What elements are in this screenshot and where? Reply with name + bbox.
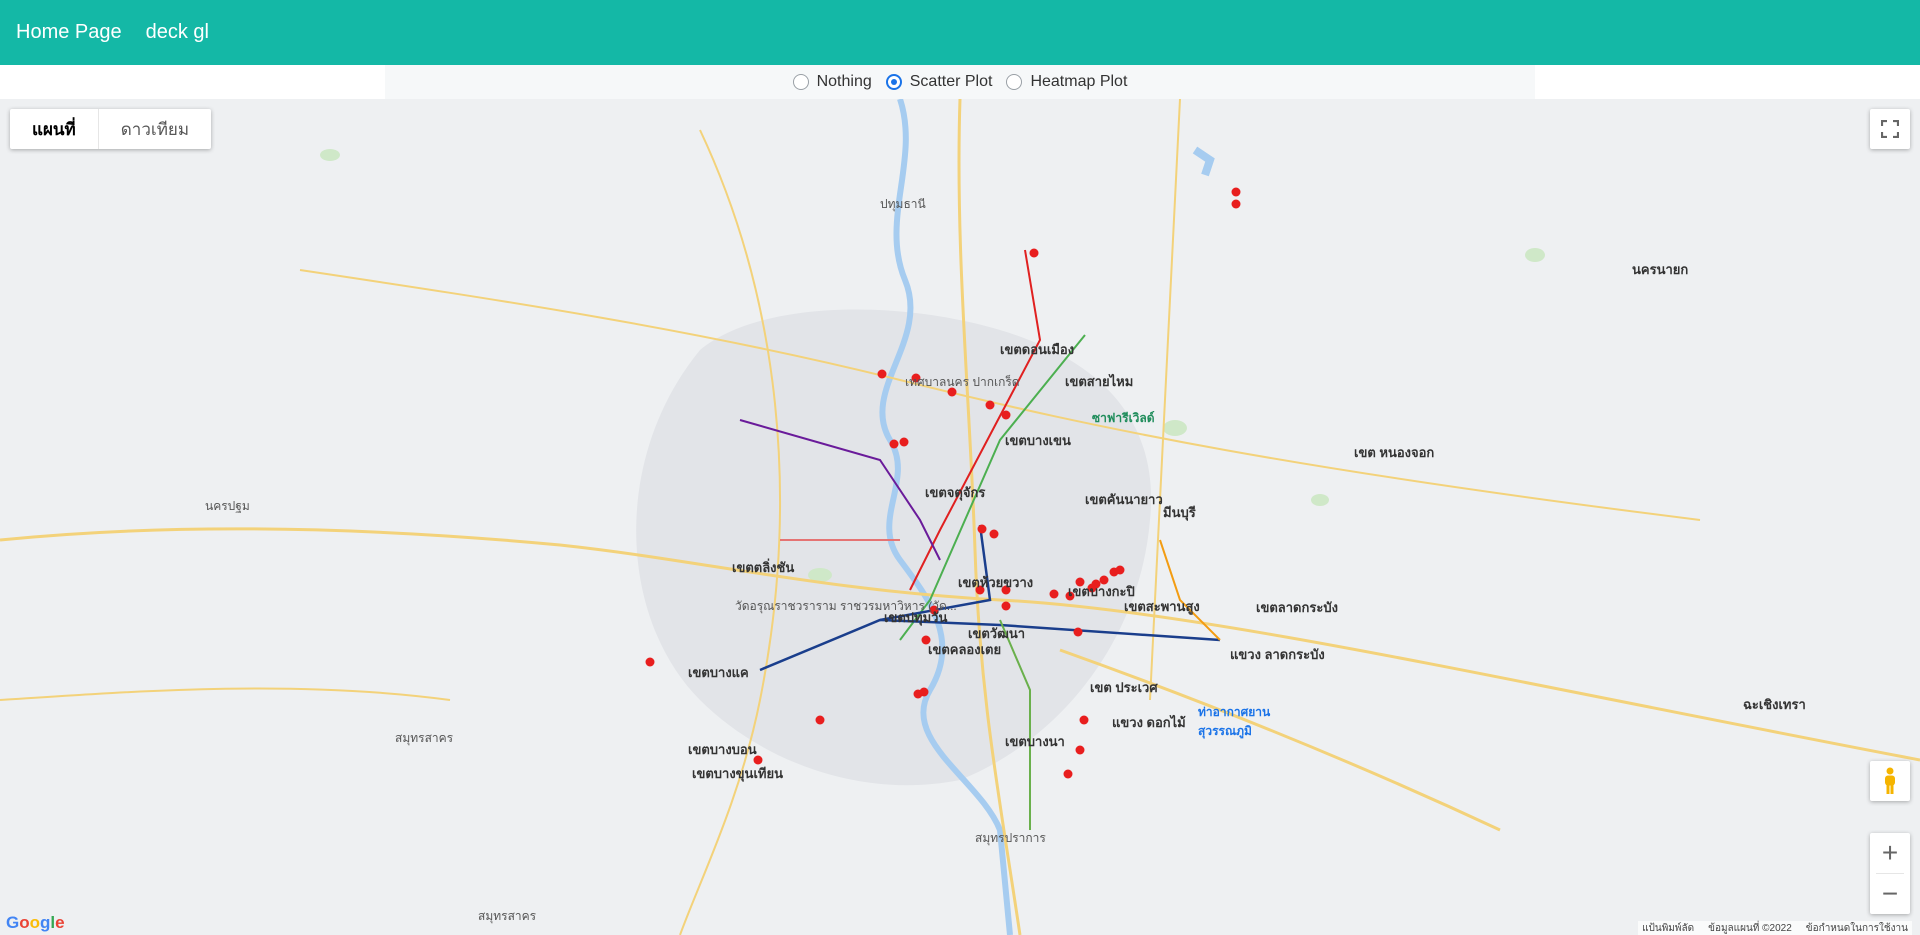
home-page-link[interactable]: Home Page bbox=[16, 21, 122, 44]
label-bangkhunthian: เขตบางขุนเทียน bbox=[692, 766, 783, 781]
scatter-point[interactable] bbox=[989, 529, 999, 539]
label-wat-arun[interactable]: วัดอรุณราชวราราม ราชวรมหาวิหาร (วัด... bbox=[735, 597, 957, 616]
scatter-point[interactable] bbox=[815, 715, 825, 725]
map-type-map-button[interactable]: แผนที่ bbox=[10, 109, 99, 149]
label-saphansung: เขตสะพานสูง bbox=[1124, 599, 1200, 614]
label-chachoengsao: ฉะเชิงเทรา bbox=[1743, 697, 1806, 712]
label-safari-world[interactable]: ซาฟารีเวิลด์ bbox=[1092, 409, 1155, 428]
label-samutprakan: สมุทรปราการ bbox=[975, 831, 1046, 845]
label-suvarnabhumi-airport[interactable]: ท่าอากาศยาน สุวรรณภูมิ bbox=[1198, 703, 1282, 741]
radio-nothing[interactable]: Nothing bbox=[792, 73, 872, 91]
map-canvas[interactable]: เขตดอนเมือง เขตสายไหม เขตบางเขน เขตจตุจั… bbox=[0, 99, 1920, 935]
plot-toolbar: Nothing Scatter Plot Heatmap Plot bbox=[0, 65, 1920, 99]
scatter-point[interactable] bbox=[1001, 601, 1011, 611]
scatter-point[interactable] bbox=[1063, 769, 1073, 779]
map-type-satellite-button[interactable]: ดาวเทียม bbox=[99, 109, 211, 149]
keyboard-shortcuts-link[interactable]: แป้นพิมพ์ลัด bbox=[1642, 921, 1694, 935]
label-pakkret: เทศบาลนคร ปากเกร็ด bbox=[905, 375, 1020, 389]
label-khannayao: เขตคันนายาว bbox=[1085, 492, 1163, 507]
scatter-point[interactable] bbox=[1001, 410, 1011, 420]
label-samutsakhon: สมุทรสาคร bbox=[478, 909, 537, 923]
top-navbar: Home Page deck gl bbox=[0, 0, 1920, 65]
label-latkrabang: เขตลาดกระบัง bbox=[1256, 600, 1338, 615]
radio-scatter-plot-indicator[interactable] bbox=[885, 74, 902, 90]
zoom-out-button[interactable]: − bbox=[1870, 874, 1910, 914]
plot-type-radio-group: Nothing Scatter Plot Heatmap Plot bbox=[385, 65, 1535, 99]
terms-of-use-link[interactable]: ข้อกำหนดในการใช้งาน bbox=[1806, 921, 1908, 935]
street-view-pegman[interactable] bbox=[1870, 761, 1910, 801]
label-donmueang: เขตดอนเมือง bbox=[1000, 342, 1075, 357]
pegman-icon bbox=[1885, 767, 1895, 794]
label-khlongtoei: เขตคลองเตย bbox=[928, 642, 1002, 657]
scatter-point[interactable] bbox=[1073, 627, 1083, 637]
label-bangbon: เขตบางบอน bbox=[688, 742, 757, 757]
deck-gl-link[interactable]: deck gl bbox=[146, 21, 209, 44]
fullscreen-button[interactable] bbox=[1870, 109, 1910, 149]
scatter-point[interactable] bbox=[645, 657, 655, 667]
scatter-point[interactable] bbox=[1075, 745, 1085, 755]
label-nakhonpathom: นครปฐม bbox=[205, 499, 250, 513]
scatter-point[interactable] bbox=[985, 400, 995, 410]
radio-scatter-plot-label: Scatter Plot bbox=[909, 73, 993, 90]
scatter-point[interactable] bbox=[1231, 187, 1241, 197]
radio-scatter-plot[interactable]: Scatter Plot bbox=[885, 73, 993, 91]
map-base-layer bbox=[0, 99, 1920, 935]
label-prawet: เขต ประเวศ bbox=[1090, 680, 1158, 695]
scatter-point[interactable] bbox=[877, 369, 887, 379]
radio-heatmap-plot-indicator[interactable] bbox=[1006, 74, 1023, 90]
zoom-control: + − bbox=[1870, 833, 1910, 914]
radio-nothing-indicator[interactable] bbox=[792, 74, 809, 90]
label-nakhonnayok: นครนายก bbox=[1632, 262, 1689, 277]
map-type-control: แผนที่ ดาวเทียม bbox=[10, 109, 212, 149]
map-attribution-bar: แป้นพิมพ์ลัด ข้อมูลแผนที่ ©2022 ข้อกำหนด… bbox=[1638, 921, 1912, 935]
label-pathumthani: ปทุมธานี bbox=[880, 197, 926, 211]
radio-heatmap-plot-label: Heatmap Plot bbox=[1030, 73, 1128, 90]
google-logo: Google bbox=[6, 913, 65, 932]
label-huaikhwang: เขตห้วยขวาง bbox=[958, 575, 1034, 590]
label-bangna: เขตบางนา bbox=[1005, 734, 1065, 749]
map-data-credit: ข้อมูลแผนที่ ©2022 bbox=[1708, 922, 1792, 934]
label-ladkrabang-area: แขวง ลาดกระบัง bbox=[1230, 647, 1325, 662]
label-bangkhae: เขตบางแค bbox=[688, 665, 749, 680]
label-bangkhen: เขตบางเขน bbox=[1005, 433, 1071, 448]
scatter-point[interactable] bbox=[919, 687, 929, 697]
scatter-point[interactable] bbox=[899, 437, 909, 447]
label-chatuchak: เขตจตุจักร bbox=[925, 485, 986, 500]
scatter-point[interactable] bbox=[977, 524, 987, 534]
scatter-point[interactable] bbox=[1029, 248, 1039, 258]
label-samutprakan-west: สมุทรสาคร bbox=[395, 731, 454, 745]
label-saimai: เขตสายไหม bbox=[1065, 374, 1134, 389]
scatter-point[interactable] bbox=[1049, 589, 1059, 599]
label-minburi: มีนบุรี bbox=[1163, 505, 1196, 520]
zoom-in-button[interactable]: + bbox=[1870, 833, 1910, 873]
label-dokmai: แขวง ดอกไม้ bbox=[1112, 715, 1186, 730]
label-nongchok: เขต หนองจอก bbox=[1354, 445, 1435, 460]
label-talingchan: เขตตลิ่งชัน bbox=[732, 560, 795, 575]
scatter-point[interactable] bbox=[1079, 715, 1089, 725]
radio-nothing-label: Nothing bbox=[816, 73, 872, 90]
fullscreen-icon bbox=[1881, 120, 1899, 138]
scatter-point[interactable] bbox=[1115, 565, 1125, 575]
scatter-point[interactable] bbox=[1231, 199, 1241, 209]
radio-heatmap-plot[interactable]: Heatmap Plot bbox=[1006, 73, 1127, 91]
scatter-point[interactable] bbox=[889, 439, 899, 449]
